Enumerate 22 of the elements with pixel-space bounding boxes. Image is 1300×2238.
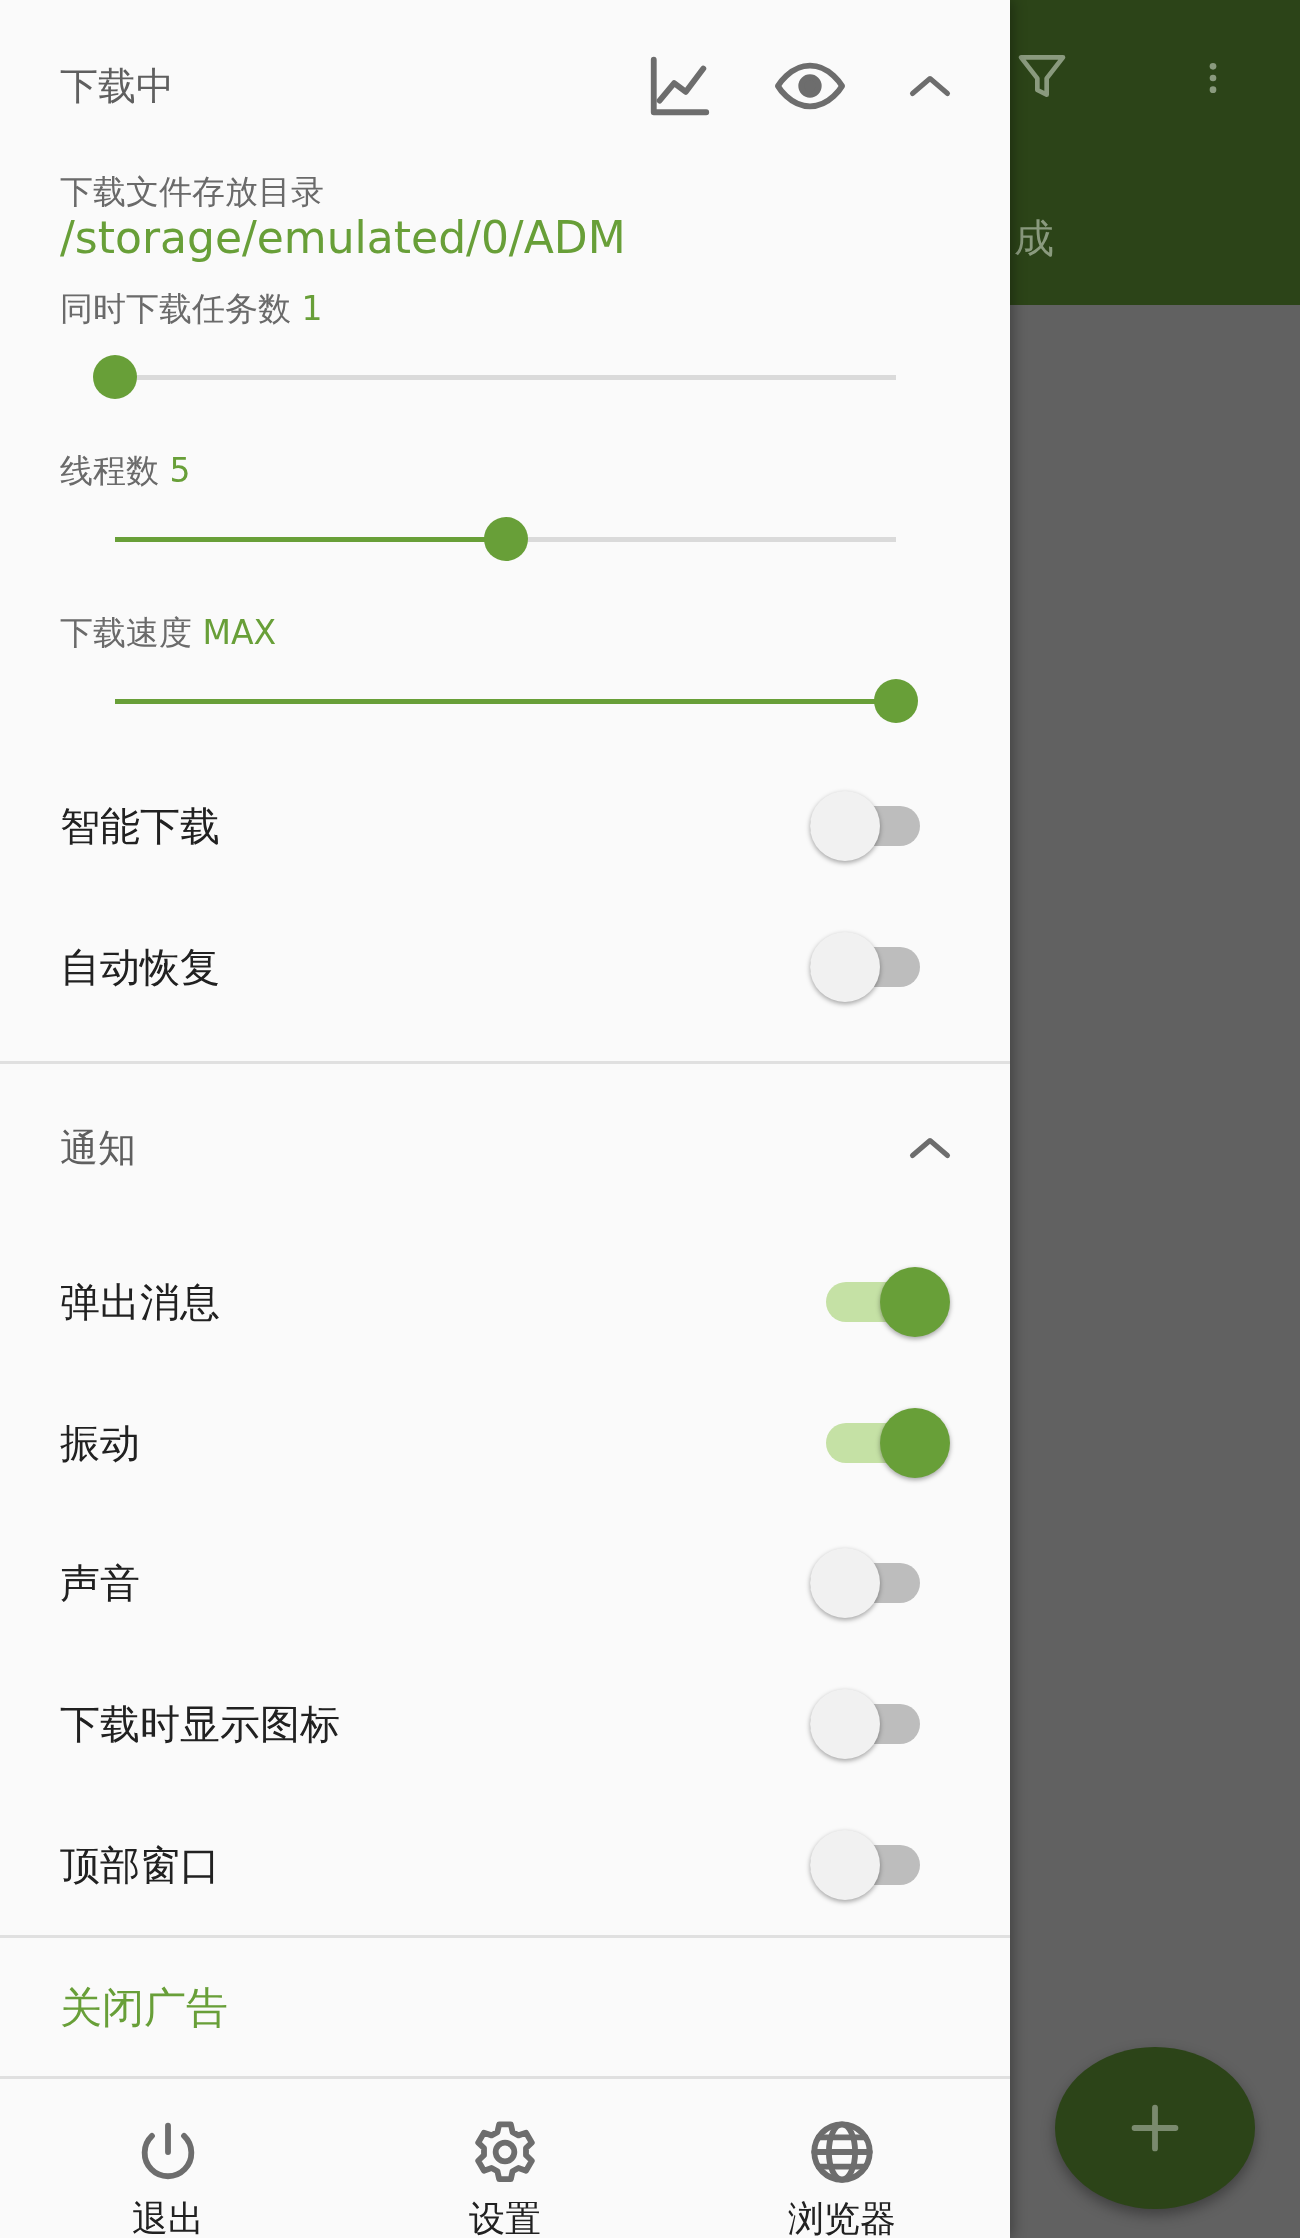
setting-label: 下载时显示图标 bbox=[60, 1700, 341, 1750]
slider-label: 同时下载任务数 bbox=[60, 288, 291, 328]
slider-value: 5 bbox=[169, 450, 191, 490]
slider-value: MAX bbox=[202, 612, 277, 652]
nav-item[interactable]: 浏览器 bbox=[673, 2079, 1010, 2238]
slider-thumb[interactable] bbox=[874, 679, 918, 724]
tab-label[interactable]: 成 bbox=[1014, 208, 1054, 268]
slider-thumb[interactable] bbox=[93, 355, 137, 400]
setting-label: 声音 bbox=[60, 1559, 141, 1609]
setting-label: 自动恢复 bbox=[60, 942, 221, 992]
slider-value: 1 bbox=[301, 288, 323, 328]
section-title: 通知 bbox=[60, 1124, 137, 1172]
slider-label: 下载速度 bbox=[60, 612, 192, 652]
section-title: 下载中 bbox=[60, 62, 175, 110]
nav-item[interactable]: 设置 bbox=[336, 2079, 674, 2238]
setting-label: 弹出消息 bbox=[60, 1278, 221, 1328]
slider-label: 线程数 bbox=[60, 450, 159, 490]
field-label: 下载文件存放目录 bbox=[60, 172, 325, 212]
setting-label: 顶部窗口 bbox=[60, 1840, 221, 1890]
setting-label: 智能下载 bbox=[60, 801, 221, 851]
setting-label: 振动 bbox=[60, 1418, 141, 1468]
nav-item[interactable]: 退出 bbox=[0, 2079, 337, 2238]
